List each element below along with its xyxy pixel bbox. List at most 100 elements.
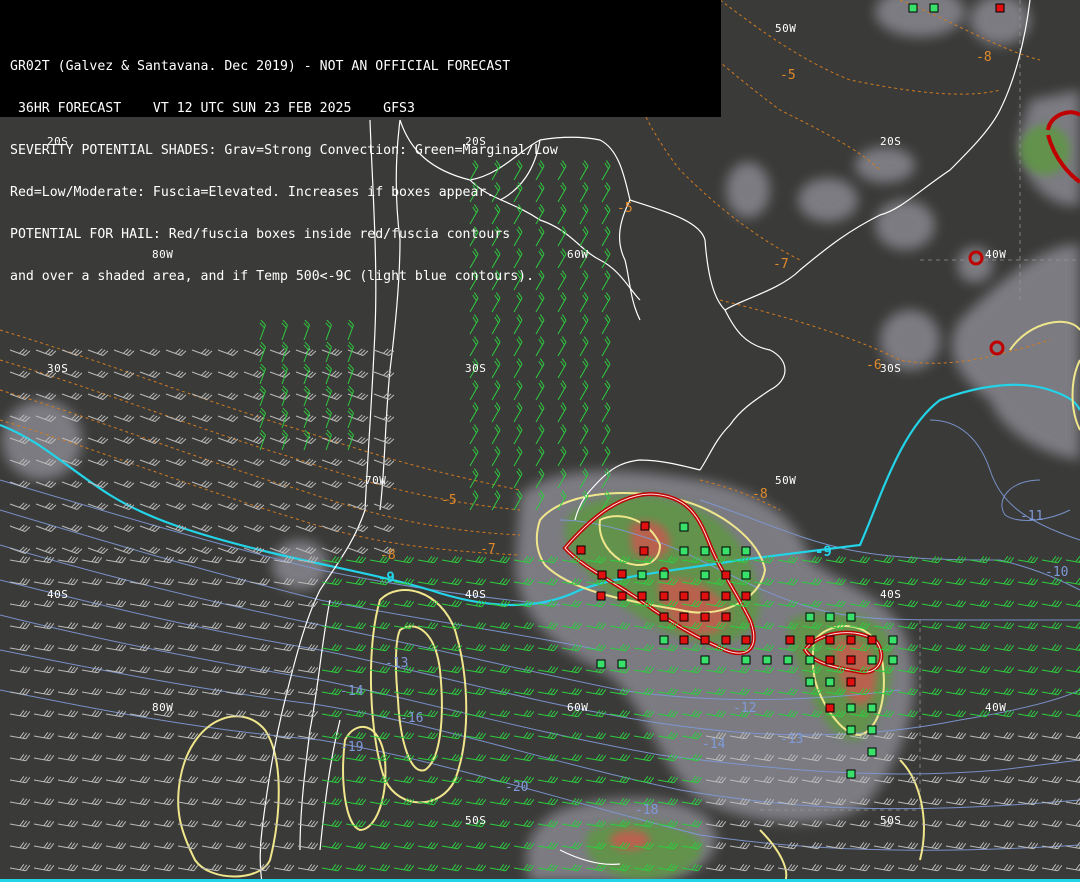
wind-barb xyxy=(465,776,487,784)
wind-barb xyxy=(81,622,103,630)
wind-barb xyxy=(177,578,199,586)
wind-barb xyxy=(153,798,175,806)
contour-label-m5-north: -5 xyxy=(780,68,796,83)
wind-barb xyxy=(129,864,151,872)
wind-barb xyxy=(347,319,354,341)
wind-barb xyxy=(33,666,55,674)
wind-barb xyxy=(469,490,479,511)
wind-barb xyxy=(777,864,799,872)
wind-barb xyxy=(393,842,415,850)
wind-barb xyxy=(513,358,523,379)
wind-barb xyxy=(113,458,135,466)
convection-box-green xyxy=(846,725,856,735)
wind-barb xyxy=(217,502,239,510)
wind-barb xyxy=(321,578,343,586)
wind-barb xyxy=(281,385,288,407)
wind-barb xyxy=(129,732,151,740)
wind-barb xyxy=(113,546,135,554)
grid-label-80w-north: 80W xyxy=(152,248,174,261)
wind-barb xyxy=(303,319,310,341)
wind-barb xyxy=(945,710,967,718)
wind-barb xyxy=(33,644,55,652)
wind-barb xyxy=(609,710,631,718)
wind-barb xyxy=(201,798,223,806)
wind-barb xyxy=(969,688,991,696)
wind-barb xyxy=(321,710,343,718)
wind-barb xyxy=(609,732,631,740)
wind-barb xyxy=(87,458,109,466)
wind-barb xyxy=(177,556,199,564)
wind-barb xyxy=(129,578,151,586)
grid-label-50w-top: 50W xyxy=(775,22,797,35)
wind-barb xyxy=(373,414,395,422)
wind-barb xyxy=(601,336,611,357)
hail-box-red xyxy=(721,612,731,622)
wind-barb xyxy=(729,820,751,828)
convection-box-green xyxy=(659,570,669,580)
wind-barb xyxy=(969,820,991,828)
wind-barb xyxy=(921,776,943,784)
wind-barb xyxy=(139,392,161,400)
wind-barb xyxy=(609,754,631,762)
wind-barb xyxy=(33,798,55,806)
wind-barb xyxy=(129,754,151,762)
wind-barb xyxy=(295,480,317,488)
wind-barb xyxy=(1041,622,1063,630)
wind-barb xyxy=(969,644,991,652)
wind-barb xyxy=(513,622,535,630)
wind-barb xyxy=(129,776,151,784)
wind-barb xyxy=(557,446,567,467)
wind-barb xyxy=(993,820,1015,828)
wind-barb xyxy=(33,754,55,762)
wind-barb xyxy=(321,414,343,422)
wind-barb xyxy=(201,820,223,828)
wind-barb xyxy=(347,458,369,466)
grid-label-60w-south: 60W xyxy=(567,701,589,714)
wind-barb xyxy=(87,436,109,444)
contour-label-m9-east: -9 xyxy=(815,544,832,560)
contour-label-m8-mid: -8 xyxy=(752,487,768,502)
wind-barb xyxy=(9,798,31,806)
wind-barb xyxy=(535,424,545,445)
wind-barb xyxy=(491,446,501,467)
wind-barb xyxy=(579,446,589,467)
wind-barb xyxy=(969,842,991,850)
wind-barb xyxy=(281,429,288,451)
contour-label-m8-south: -8 xyxy=(380,548,396,563)
wind-barb xyxy=(321,370,343,378)
wind-barb xyxy=(57,798,79,806)
contour-label-m16: -16 xyxy=(400,711,424,726)
wind-barb xyxy=(1065,600,1080,608)
wind-barb xyxy=(489,842,511,850)
wind-barb xyxy=(9,842,31,850)
wind-barb xyxy=(321,864,343,872)
wind-barb xyxy=(105,864,127,872)
wind-barb xyxy=(249,710,271,718)
wind-barb xyxy=(33,732,55,740)
wind-barb xyxy=(249,776,271,784)
wind-barb xyxy=(557,358,567,379)
wind-barb xyxy=(57,622,79,630)
wind-barb xyxy=(9,864,31,872)
wind-barb xyxy=(945,622,967,630)
wind-barb xyxy=(1017,622,1039,630)
grid-label-50s-mid: 50S xyxy=(465,814,487,827)
wind-barb xyxy=(177,732,199,740)
convection-box-green xyxy=(867,747,877,757)
convection-box-green xyxy=(929,3,939,13)
wind-barb xyxy=(1041,710,1063,718)
convection-box-green xyxy=(659,635,669,645)
wind-barb xyxy=(491,314,501,335)
hail-box-red xyxy=(700,591,710,601)
hail-box-red xyxy=(637,591,647,601)
wind-barb xyxy=(259,363,266,385)
wind-barb xyxy=(921,864,943,872)
wind-barb xyxy=(921,600,943,608)
wind-barb xyxy=(191,348,213,356)
wind-barb xyxy=(579,402,589,423)
wind-barb xyxy=(1065,666,1080,674)
wind-barb xyxy=(537,666,559,674)
wind-barb xyxy=(921,710,943,718)
wind-barb xyxy=(489,622,511,630)
wind-barb xyxy=(201,754,223,762)
